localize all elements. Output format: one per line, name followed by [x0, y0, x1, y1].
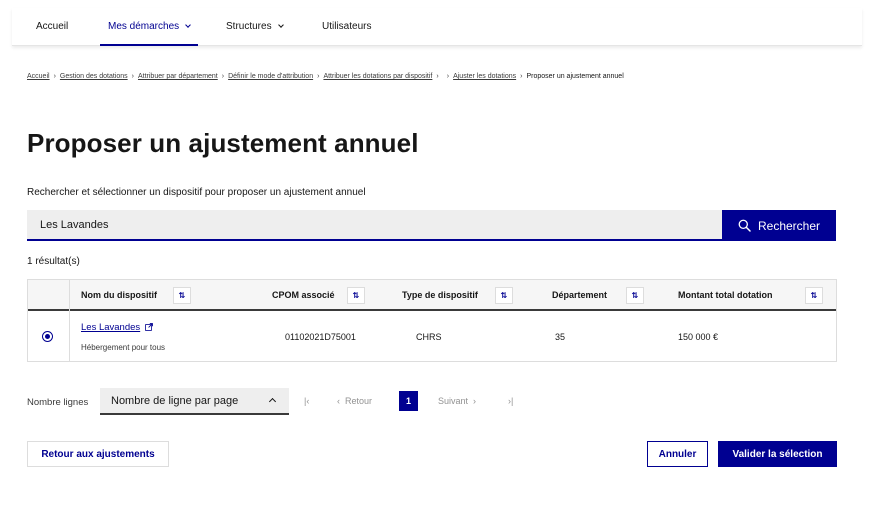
first-page-button[interactable]: |‹: [304, 396, 309, 406]
results-table: Nom du dispositif ⇅ CPOM associé ⇅ Type …: [27, 279, 837, 362]
nav-item-structures[interactable]: Structures: [226, 8, 284, 46]
cell-type: CHRS: [416, 332, 442, 342]
external-link-icon: [145, 323, 154, 331]
sort-icon[interactable]: ⇅: [173, 287, 191, 304]
last-page-icon: ›|: [508, 396, 514, 406]
previous-page-label: Retour: [345, 396, 373, 406]
breadcrumb-link-dotations-dispositif[interactable]: Attribuer les dotations par dispositif: [323, 73, 432, 80]
column-header-type: Type de dispositif: [402, 290, 478, 300]
chevron-up-icon: [268, 397, 277, 406]
search-label: Rechercher et sélectionner un dispositif…: [27, 187, 366, 198]
chevron-right-icon: ›: [446, 73, 450, 80]
validate-selection-button[interactable]: Valider la sélection: [718, 441, 837, 467]
breadcrumb-link-ajuster-dotations[interactable]: Ajuster les dotations: [453, 73, 516, 80]
top-navigation: Accueil Mes démarches Structures Utilisa…: [12, 8, 862, 46]
nav-item-mes-demarches[interactable]: Mes démarches: [99, 8, 199, 46]
breadcrumb: Accueil › Gestion des dotations › Attribuer …: [27, 73, 624, 80]
page-1-button[interactable]: 1: [399, 391, 418, 411]
nav-item-accueil[interactable]: Accueil: [36, 8, 68, 46]
chevron-down-icon: [277, 22, 284, 28]
chevron-left-icon: ‹: [337, 396, 340, 406]
search-input[interactable]: [27, 210, 722, 241]
sort-icon[interactable]: ⇅: [626, 287, 644, 304]
nav-item-label: Utilisateurs: [322, 21, 372, 32]
table-header: Nom du dispositif ⇅ CPOM associé ⇅ Type …: [28, 280, 836, 311]
search-button[interactable]: Rechercher: [722, 210, 836, 241]
nav-item-label: Structures: [226, 21, 272, 32]
sort-icon[interactable]: ⇅: [495, 287, 513, 304]
breadcrumb-link-accueil[interactable]: Accueil: [27, 73, 50, 80]
nav-item-utilisateurs[interactable]: Utilisateurs: [322, 8, 371, 46]
cell-montant: 150 000 €: [678, 332, 719, 342]
chevron-right-icon: ›: [473, 396, 477, 406]
result-count: 1 résultat(s): [27, 256, 80, 267]
select-value: Nombre de ligne par page: [111, 395, 239, 407]
row-select-radio[interactable]: [42, 331, 53, 342]
nav-item-label: Mes démarches: [108, 21, 180, 32]
breadcrumb-link-gestion-dotations[interactable]: Gestion des dotations: [60, 73, 128, 80]
cancel-button[interactable]: Annuler: [647, 441, 708, 467]
chevron-right-icon: ›: [221, 73, 225, 80]
column-header-nom: Nom du dispositif: [81, 290, 157, 300]
chevron-right-icon: ›: [436, 73, 439, 80]
last-page-button[interactable]: ›|: [508, 396, 513, 406]
next-page-button[interactable]: Suivant ›: [438, 396, 476, 406]
cell-departement: 35: [555, 332, 566, 342]
lines-per-page-label: Nombre lignes: [27, 397, 89, 408]
chevron-right-icon: ›: [317, 73, 320, 80]
column-header-cpom: CPOM associé: [272, 290, 335, 300]
sort-icon[interactable]: ⇅: [347, 287, 365, 304]
search-icon: [738, 219, 751, 232]
next-page-label: Suivant: [438, 396, 469, 406]
dispositif-subtitle: Hébergement pour tous: [81, 343, 166, 352]
chevron-right-icon: ›: [520, 73, 523, 80]
column-divider: [69, 280, 70, 361]
dispositif-link[interactable]: Les Lavandes: [81, 322, 154, 333]
breadcrumb-link-attribuer-departement[interactable]: Attribuer par département: [138, 73, 218, 80]
column-header-montant: Montant total dotation: [678, 290, 773, 300]
breadcrumb-current: Proposer un ajustement annuel: [526, 73, 624, 80]
chevron-right-icon: ›: [53, 73, 56, 80]
dispositif-name: Les Lavandes: [81, 322, 141, 333]
sort-icon[interactable]: ⇅: [805, 287, 823, 304]
column-header-departement: Département: [552, 290, 608, 300]
page-title: Proposer un ajustement annuel: [27, 128, 419, 158]
lines-per-page-select[interactable]: Nombre de ligne par page: [100, 388, 289, 415]
nav-item-label: Accueil: [36, 21, 69, 32]
cell-cpom: 01102021D75001: [285, 332, 356, 342]
previous-page-button[interactable]: ‹ Retour: [337, 396, 372, 406]
search-button-label: Rechercher: [757, 218, 821, 233]
breadcrumb-link-mode-attribution[interactable]: Définir le mode d'attribution: [228, 73, 313, 80]
chevron-down-icon: [185, 22, 191, 28]
back-to-adjustments-button[interactable]: Retour aux ajustements: [27, 441, 169, 467]
chevron-right-icon: ›: [131, 73, 134, 80]
first-page-icon: |‹: [304, 396, 310, 406]
